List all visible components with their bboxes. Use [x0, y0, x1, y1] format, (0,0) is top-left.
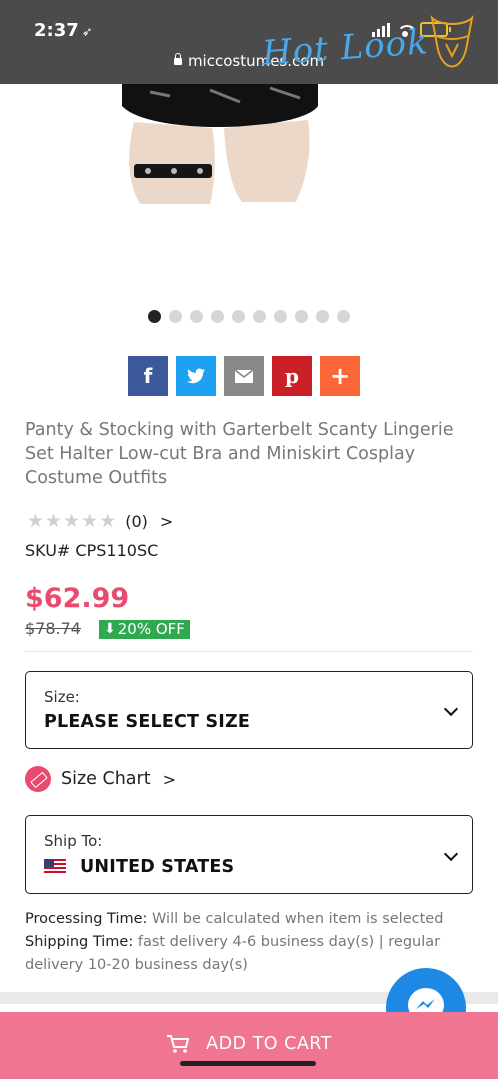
gallery-dot[interactable]: [316, 310, 329, 323]
chevron-down-icon: [443, 846, 459, 862]
size-select[interactable]: Size: PLEASE SELECT SIZE: [25, 671, 473, 749]
gallery-dot[interactable]: [274, 310, 287, 323]
gallery-dot[interactable]: [337, 310, 350, 323]
pinterest-icon: p: [285, 364, 299, 388]
chevron-right-icon: >: [162, 769, 176, 789]
star-icon: ★: [99, 510, 117, 532]
arrow-down-icon: ⬇: [104, 621, 116, 637]
home-indicator[interactable]: [180, 1061, 316, 1066]
divider: [25, 651, 473, 652]
product-price: $62.99: [25, 583, 130, 614]
email-icon: [235, 369, 253, 383]
discount-text: 20% OFF: [117, 620, 185, 638]
ship-to-label: Ship To:: [44, 832, 103, 850]
location-arrow-icon: ➶: [81, 25, 93, 40]
lock-icon: [173, 53, 182, 65]
status-time: 2:37 ➶: [34, 20, 93, 41]
size-value: PLEASE SELECT SIZE: [44, 712, 251, 732]
size-label: Size:: [44, 688, 80, 706]
pinterest-share-button[interactable]: p: [272, 356, 312, 396]
gallery-dot[interactable]: [232, 310, 245, 323]
add-to-cart-label: ADD TO CART: [206, 1034, 332, 1054]
star-icon: ★: [63, 510, 81, 532]
rating-count: (0): [125, 511, 148, 531]
shipping-label: Shipping Time:: [25, 934, 134, 950]
shipping-time: Shipping Time: fast delivery 4-6 busines…: [25, 931, 465, 977]
add-to-cart-button[interactable]: ADD TO CART: [0, 1012, 498, 1079]
facebook-share-button[interactable]: f: [128, 356, 168, 396]
original-price: $78.74: [25, 619, 81, 638]
product-rating[interactable]: ★ ★ ★ ★ ★ (0) >: [27, 510, 173, 532]
gallery-dot[interactable]: [190, 310, 203, 323]
time-text: 2:37: [34, 20, 79, 41]
gallery-pagination[interactable]: [0, 310, 498, 323]
ship-to-select[interactable]: Ship To: UNITED STATES: [25, 815, 473, 894]
more-share-button[interactable]: +: [320, 356, 360, 396]
delivery-info: Processing Time: Will be calculated when…: [25, 908, 465, 977]
product-title: Panty & Stocking with Garterbelt Scanty …: [25, 420, 454, 488]
ruler-icon: [25, 766, 51, 792]
gallery-dot[interactable]: [169, 310, 182, 323]
star-icon: ★: [81, 510, 99, 532]
chevron-right-icon: >: [159, 511, 174, 531]
facebook-icon: f: [143, 364, 153, 388]
product-image[interactable]: [0, 84, 498, 294]
gallery-dot[interactable]: [295, 310, 308, 323]
ship-to-value-wrap: UNITED STATES: [44, 857, 234, 877]
processing-value: Will be calculated when item is selected: [147, 911, 444, 927]
product-photo: [122, 84, 318, 204]
product-sku: SKU# CPS110SC: [25, 541, 159, 560]
gallery-dot[interactable]: [253, 310, 266, 323]
ship-to-value: UNITED STATES: [80, 857, 235, 877]
email-share-button[interactable]: [224, 356, 264, 396]
gallery-dot[interactable]: [211, 310, 224, 323]
cart-icon: [167, 1035, 190, 1053]
twitter-icon: [187, 368, 205, 384]
size-chart-label: Size Chart: [61, 769, 151, 789]
add-to-cart-content: ADD TO CART: [0, 1034, 498, 1054]
us-flag-icon: [44, 859, 66, 873]
watermark-logo: [430, 15, 474, 68]
gallery-dot[interactable]: [148, 310, 161, 323]
discount-badge: ⬇ 20% OFF: [99, 620, 190, 639]
share-bar: f p +: [128, 356, 360, 396]
star-icon: ★: [27, 510, 45, 532]
star-icon: ★: [45, 510, 63, 532]
processing-time: Processing Time: Will be calculated when…: [25, 908, 465, 931]
chevron-down-icon: [443, 701, 459, 717]
plus-icon: +: [329, 362, 351, 390]
twitter-share-button[interactable]: [176, 356, 216, 396]
size-chart-link[interactable]: Size Chart >: [25, 766, 176, 792]
processing-label: Processing Time:: [25, 911, 148, 927]
